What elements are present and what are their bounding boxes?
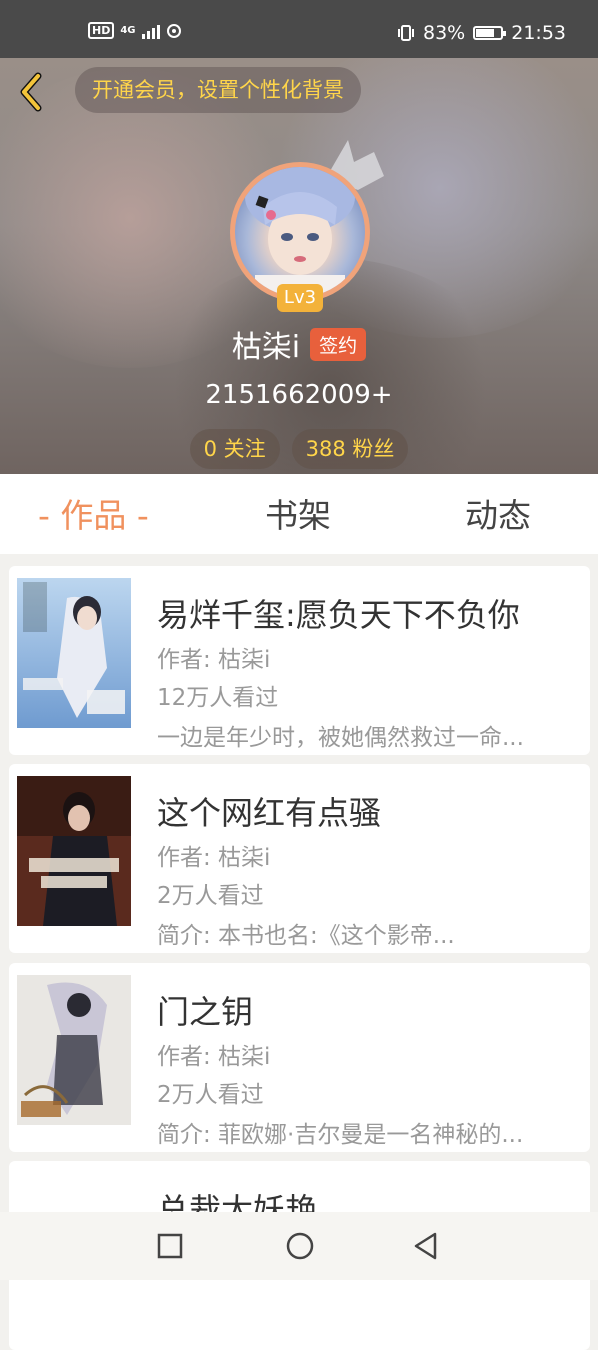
- following-count[interactable]: 0 关注: [189, 429, 280, 469]
- system-nav-bar: [0, 1212, 598, 1280]
- tab-activity[interactable]: 动态: [465, 474, 531, 554]
- book-card[interactable]: 这个网红有点骚 作者: 枯柒i 2万人看过 简介: 本书也名:《这个影帝...: [9, 764, 590, 953]
- user-id: 2151662009+: [205, 380, 393, 410]
- back-button[interactable]: [14, 70, 54, 114]
- book-author: 作者: 枯柒i: [157, 1044, 271, 1070]
- status-left: HD 4G: [88, 22, 182, 39]
- book-reads: 12万人看过: [157, 685, 279, 711]
- status-right: 83% 21:53: [397, 22, 566, 44]
- stats-row: 0 关注 388 粉丝: [0, 429, 598, 469]
- clock: 21:53: [511, 22, 566, 44]
- tab-bookshelf[interactable]: 书架: [265, 474, 331, 554]
- book-cover: [17, 578, 131, 728]
- book-card[interactable]: 易烊千玺:愿负天下不负你 作者: 枯柒i 12万人看过 一边是年少时，被她偶然救…: [9, 566, 590, 755]
- avatar-ring: [230, 162, 370, 302]
- book-description: 简介: 菲欧娜·吉尔曼是一名神秘的...: [157, 1122, 524, 1148]
- hd-badge: HD: [88, 22, 115, 39]
- signed-badge: 签约: [310, 327, 367, 361]
- status-bar: HD 4G 83% 21:53: [0, 0, 598, 58]
- level-badge: Lv3: [277, 284, 323, 312]
- profile-tabs: - 作品 - 书架 动态: [0, 474, 598, 554]
- book-author: 作者: 枯柒i: [157, 647, 271, 673]
- battery-percent: 83%: [423, 22, 466, 44]
- hotspot-icon: [166, 23, 181, 38]
- book-reads: 2万人看过: [157, 883, 264, 909]
- tab-works[interactable]: - 作品 -: [38, 474, 149, 554]
- back-arrow-icon: [20, 72, 42, 112]
- network-type: 4G: [120, 24, 136, 36]
- book-cover: [17, 975, 131, 1125]
- book-description: 一边是年少时，被她偶然救过一命...: [157, 725, 524, 751]
- followers-count[interactable]: 388 粉丝: [291, 429, 409, 469]
- book-description: 简介: 本书也名:《这个影帝...: [157, 923, 455, 949]
- book-card[interactable]: 门之钥 作者: 枯柒i 2万人看过 简介: 菲欧娜·吉尔曼是一名神秘的...: [9, 963, 590, 1152]
- name-row: 枯柒i 签约: [0, 322, 598, 366]
- book-title: 门之钥: [157, 993, 254, 1031]
- battery-icon: [473, 26, 507, 40]
- recent-apps-icon[interactable]: [153, 1229, 187, 1263]
- home-icon[interactable]: [283, 1229, 317, 1263]
- book-title: 这个网红有点骚: [157, 794, 382, 832]
- username: 枯柒i: [231, 330, 301, 365]
- vip-background-banner[interactable]: 开通会员，设置个性化背景: [75, 67, 361, 113]
- back-nav-icon[interactable]: [409, 1229, 443, 1263]
- book-reads: 2万人看过: [157, 1082, 264, 1108]
- vibrate-icon: [398, 25, 414, 41]
- avatar[interactable]: [235, 167, 365, 297]
- profile-header: 开通会员，设置个性化背景 Lv3 枯柒i 签约 2151662009+ 0 关注…: [0, 58, 598, 474]
- book-cover: [17, 776, 131, 926]
- book-author: 作者: 枯柒i: [157, 845, 271, 871]
- book-title: 易烊千玺:愿负天下不负你: [157, 596, 520, 634]
- signal-icon: [141, 23, 160, 39]
